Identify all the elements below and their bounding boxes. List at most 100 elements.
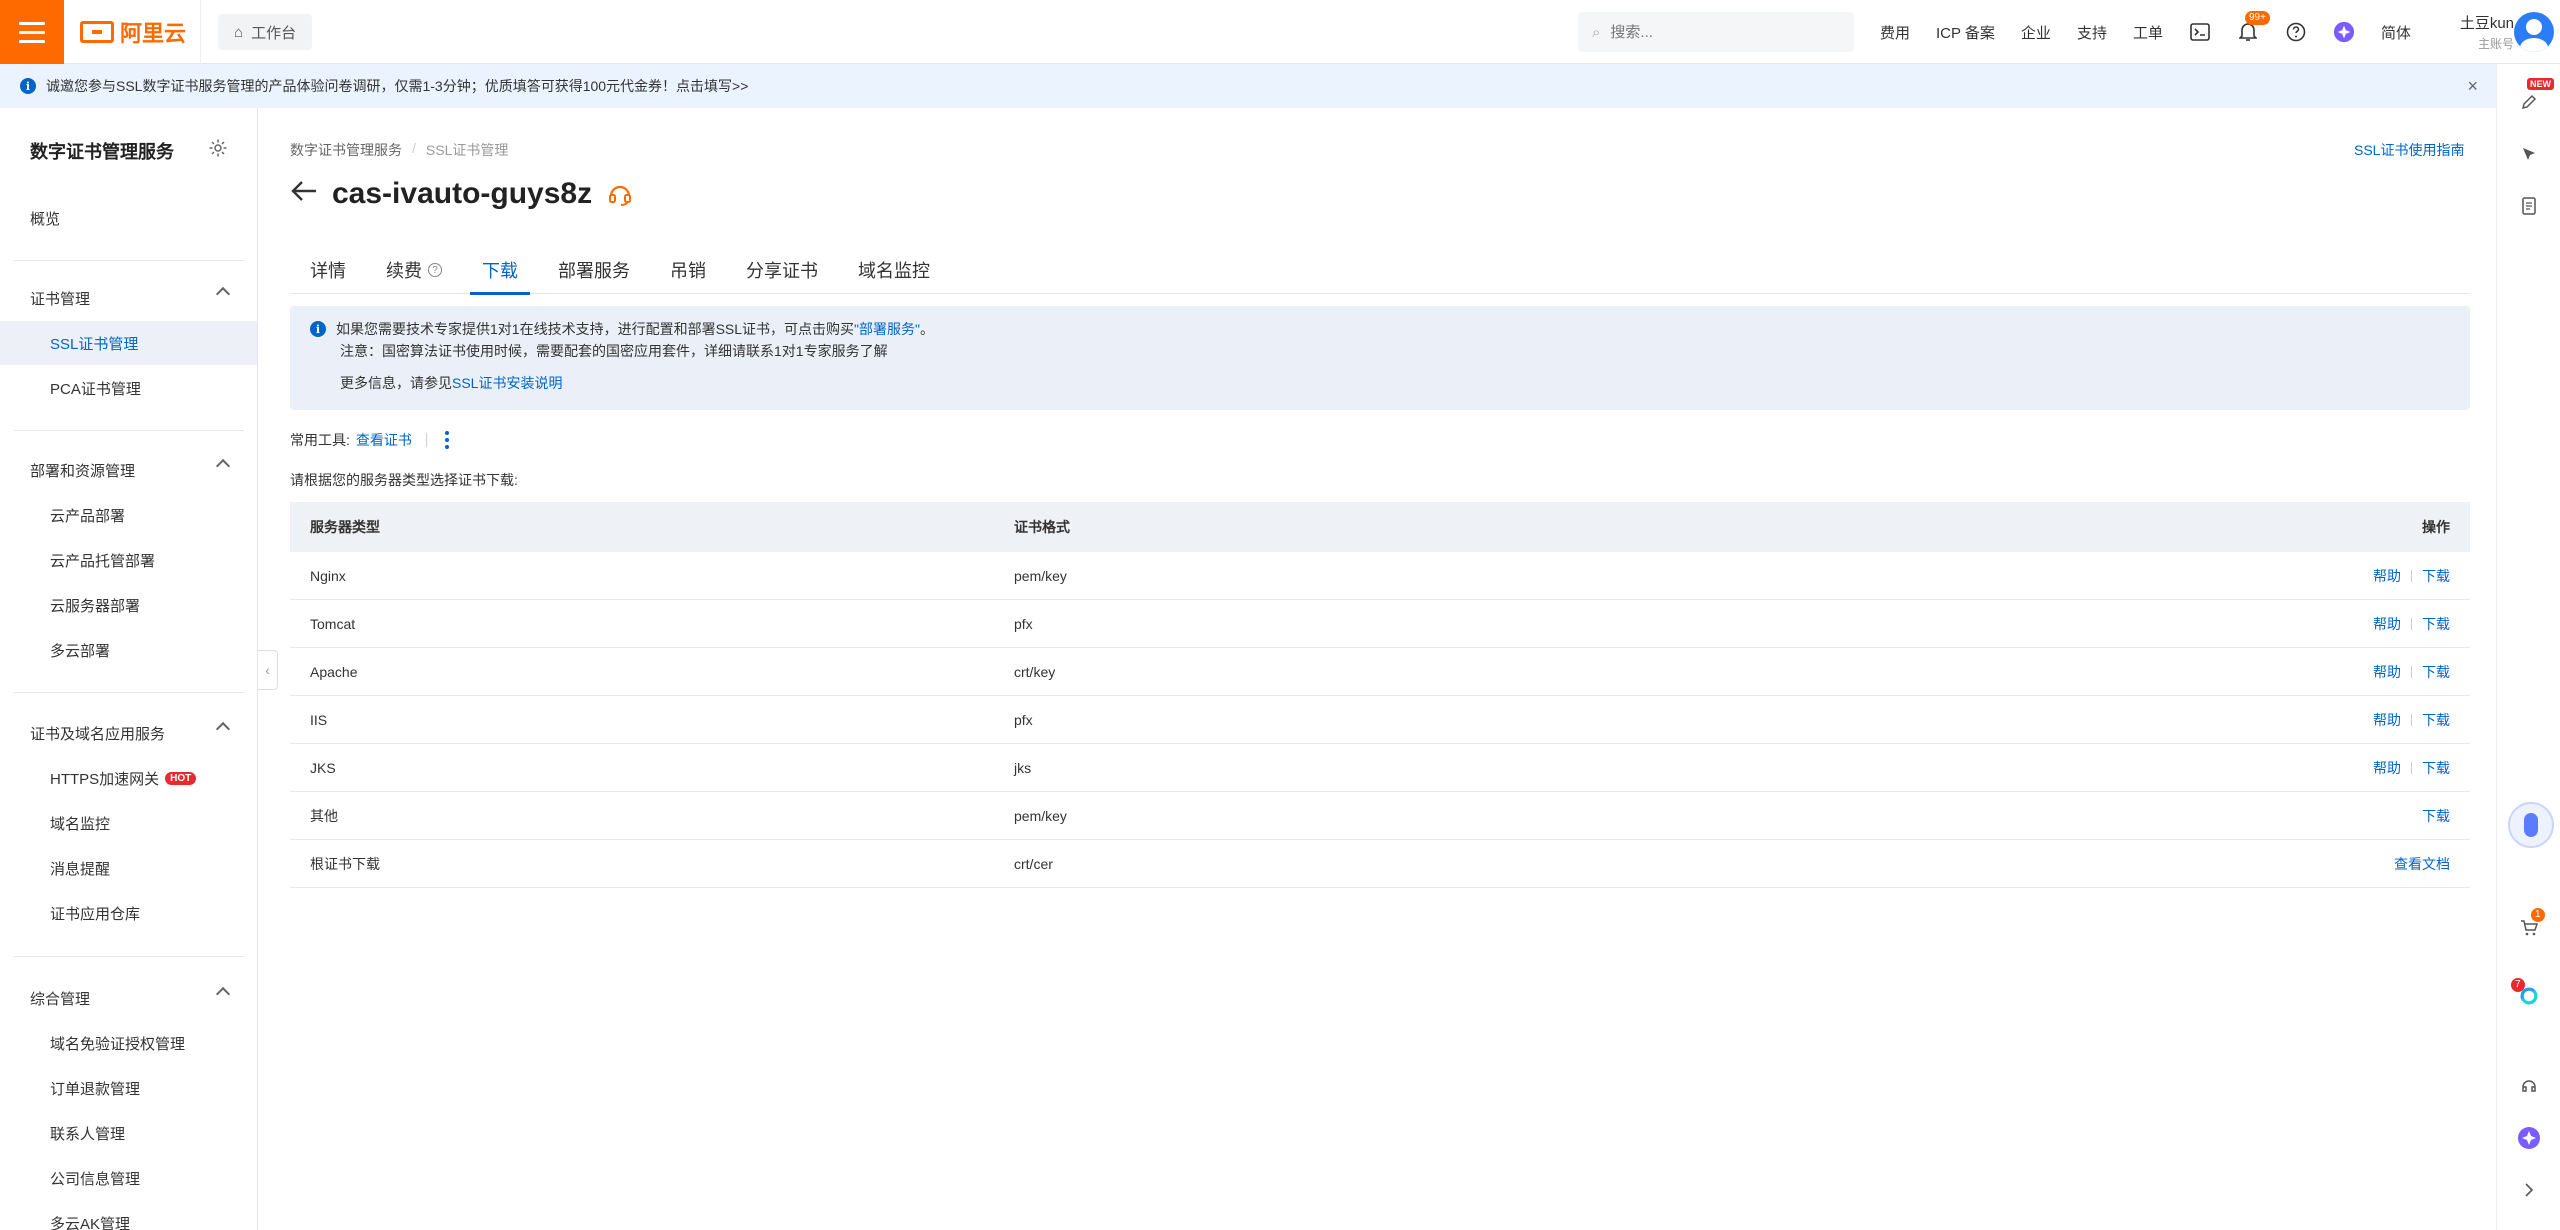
search-input[interactable]	[1610, 23, 1831, 41]
right-tool-rail: NEW 1 7	[2496, 64, 2560, 1230]
deploy-service-link[interactable]: "部署服务"	[854, 321, 920, 337]
logo-text: 阿里云	[120, 21, 187, 46]
divider	[200, 0, 201, 64]
download-link[interactable]: 下载	[2422, 614, 2450, 634]
tab-revoke[interactable]: 吊销	[650, 246, 726, 294]
bell-icon[interactable]: 99+	[2237, 11, 2270, 43]
sidebar-title: 数字证书管理服务	[30, 142, 174, 162]
help-link[interactable]: 帮助	[2373, 614, 2401, 634]
chevron-right-icon[interactable]	[2517, 1178, 2541, 1202]
download-link[interactable]: 下载	[2422, 710, 2450, 730]
ai-spark-icon[interactable]	[2517, 1126, 2541, 1150]
page-title: cas-ivauto-guys8z	[332, 177, 593, 210]
sidebar-item-https-gateway[interactable]: HTTPS加速网关 HOT	[0, 756, 257, 800]
back-arrow-icon[interactable]	[290, 179, 318, 209]
header-server-type: 服务器类型	[310, 519, 380, 535]
top-link-fees[interactable]: 费用	[1880, 22, 1910, 43]
table-header: 服务器类型 证书格式 操作	[290, 502, 2470, 552]
sidebar-item-domain-monitor[interactable]: 域名监控	[0, 801, 257, 845]
tab-domain-monitor[interactable]: 域名监控	[838, 246, 950, 294]
user-info[interactable]: 土豆kun 主账号	[2440, 12, 2514, 52]
help-link[interactable]: 帮助	[2373, 758, 2401, 778]
aliyun-logo[interactable]: 阿里云	[80, 16, 186, 48]
home-icon: ⌂	[234, 23, 244, 41]
edit-icon[interactable]: NEW	[2517, 78, 2554, 114]
help-link[interactable]: 帮助	[2373, 662, 2401, 682]
divider	[2411, 713, 2412, 726]
tab-details[interactable]: 详情	[290, 246, 366, 294]
top-link-icp[interactable]: ICP 备案	[1936, 22, 1995, 43]
sidebar-group-deploy[interactable]: 部署和资源管理	[0, 448, 257, 492]
tab-deploy-service[interactable]: 部署服务	[538, 246, 650, 294]
item-label: HTTPS加速网关	[50, 770, 160, 788]
language-switch[interactable]: 简体	[2381, 22, 2411, 43]
breadcrumb-current: SSL证书管理	[425, 142, 509, 158]
ai-assistant-icon[interactable]	[2333, 21, 2355, 43]
sidebar-item-pca[interactable]: PCA证书管理	[0, 366, 257, 410]
top-link-enterprise[interactable]: 企业	[2021, 22, 2051, 43]
group-label: 综合管理	[30, 990, 91, 1008]
group-label: 证书及域名应用服务	[30, 725, 166, 743]
sidebar-item-cloud-deploy[interactable]: 云产品部署	[0, 493, 257, 537]
row-actions: 下载	[2270, 806, 2470, 826]
terminal-icon[interactable]	[2189, 21, 2211, 43]
hand-icon	[2524, 813, 2538, 837]
sidebar-item-hosted-deploy[interactable]: 云产品托管部署	[0, 538, 257, 582]
cart-icon[interactable]: 1	[2517, 908, 2545, 940]
info-text: 如果您需要技术专家提供1对1在线技术支持，进行配置和部署SSL证书，可点击购买"…	[336, 319, 934, 339]
assistant-badge: 7	[2511, 978, 2525, 992]
top-link-ticket[interactable]: 工单	[2133, 22, 2163, 43]
sidebar-item-contacts[interactable]: 联系人管理	[0, 1111, 257, 1155]
download-link[interactable]: 下载	[2422, 806, 2450, 826]
help-link[interactable]: 帮助	[2373, 566, 2401, 586]
sidebar-group-apps[interactable]: 证书及域名应用服务	[0, 711, 257, 755]
floating-helper-button[interactable]	[2508, 802, 2554, 848]
question-icon[interactable]: ?	[428, 263, 442, 277]
tab-download[interactable]: 下载	[462, 246, 538, 295]
sidebar-item-multicloud-ak[interactable]: 多云AK管理	[0, 1201, 257, 1230]
gear-icon[interactable]	[208, 138, 230, 160]
tab-label: 吊销	[670, 261, 706, 281]
cursor-icon[interactable]	[2517, 142, 2541, 166]
close-icon[interactable]: ×	[2467, 76, 2478, 97]
sidebar-item-multicloud-deploy[interactable]: 多云部署	[0, 628, 257, 672]
help-link[interactable]: 帮助	[2373, 710, 2401, 730]
sidebar-item-refund[interactable]: 订单退款管理	[0, 1066, 257, 1110]
top-link-support[interactable]: 支持	[2077, 22, 2107, 43]
notice-text[interactable]: 诚邀您参与SSL数字证书服务管理的产品体验问卷调研，仅需1-3分钟；优质填答可获…	[46, 76, 748, 96]
sidebar-collapse-handle[interactable]: ‹	[258, 650, 278, 690]
sidebar-group-cert[interactable]: 证书管理	[0, 276, 257, 320]
more-icon[interactable]	[441, 431, 453, 449]
tab-renew[interactable]: 续费?	[366, 246, 462, 294]
chevron-up-icon	[215, 721, 231, 737]
sidebar-item-server-deploy[interactable]: 云服务器部署	[0, 583, 257, 627]
sidebar-item-cert-repo[interactable]: 证书应用仓库	[0, 891, 257, 935]
breadcrumb-root[interactable]: 数字证书管理服务	[290, 140, 402, 160]
install-guide-link[interactable]: SSL证书安装说明	[452, 375, 562, 391]
avatar[interactable]	[2514, 12, 2554, 52]
menu-icon[interactable]	[0, 0, 64, 64]
sidebar-item-ssl[interactable]: SSL证书管理	[0, 321, 257, 365]
view-cert-link[interactable]: 查看证书	[356, 430, 412, 450]
download-link[interactable]: 下载	[2422, 662, 2450, 682]
info-more-prefix: 更多信息，请参见	[340, 375, 452, 391]
view-docs-link[interactable]: 查看文档	[2394, 854, 2450, 874]
headset-icon[interactable]	[2517, 1074, 2541, 1098]
sidebar-item-overview[interactable]: 概览	[0, 196, 257, 240]
sidebar-item-domain-auth[interactable]: 域名免验证授权管理	[0, 1021, 257, 1065]
headset-icon[interactable]	[606, 180, 634, 208]
cert-format: pem/key	[1014, 807, 1067, 824]
help-icon[interactable]	[2285, 21, 2307, 43]
sidebar-item-message-alert[interactable]: 消息提醒	[0, 846, 257, 890]
sidebar-group-general[interactable]: 综合管理	[0, 976, 257, 1020]
download-link[interactable]: 下载	[2422, 566, 2450, 586]
ssl-guide-link[interactable]: SSL证书使用指南	[2354, 140, 2464, 160]
divider	[14, 956, 244, 957]
search-box[interactable]: ⌕	[1578, 12, 1854, 52]
assistant-icon[interactable]: 7	[2511, 978, 2541, 1008]
sidebar-item-company[interactable]: 公司信息管理	[0, 1156, 257, 1200]
document-icon[interactable]	[2517, 194, 2541, 218]
download-link[interactable]: 下载	[2422, 758, 2450, 778]
tab-share-cert[interactable]: 分享证书	[726, 246, 838, 294]
workbench-button[interactable]: ⌂ 工作台	[218, 14, 313, 50]
